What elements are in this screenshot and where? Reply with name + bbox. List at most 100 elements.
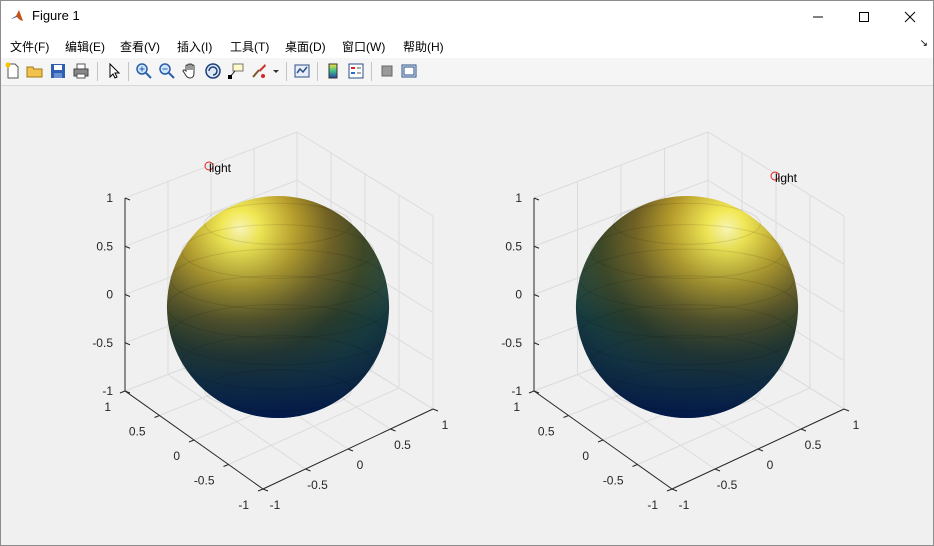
close-button[interactable] [887, 1, 933, 32]
y-tick-label: -0.5 [603, 474, 624, 488]
menu-file[interactable]: 文件(F) [10, 38, 49, 55]
brush-dropdown-icon[interactable] [271, 62, 281, 80]
x-tick-mark [390, 428, 396, 432]
z-tick-label: -1 [511, 384, 522, 398]
y-tick-mark [563, 415, 569, 418]
menu-view[interactable]: 查看(V) [120, 38, 160, 55]
z-tick-label: -0.5 [92, 336, 113, 350]
save-icon[interactable] [49, 62, 67, 80]
x-tick-mark [671, 488, 678, 492]
brush-icon[interactable] [250, 62, 268, 80]
x-tick-label: 1 [442, 418, 449, 432]
link-plot-icon[interactable] [293, 62, 311, 80]
y-tick-mark [632, 464, 638, 467]
pan-hand-icon[interactable] [181, 62, 199, 80]
maximize-icon [859, 11, 869, 22]
toolbar-separator [128, 62, 129, 81]
z-tick-mark [124, 197, 131, 201]
sphere-shading [576, 196, 798, 418]
menu-tools[interactable]: 工具(T) [230, 38, 269, 55]
rotate-3d-icon[interactable] [204, 62, 222, 80]
x-tick-mark [347, 448, 354, 452]
zoom-in-icon[interactable] [135, 62, 153, 80]
print-icon[interactable] [72, 62, 90, 80]
x-tick-mark [305, 468, 311, 472]
edit-plot-arrow-icon[interactable] [105, 62, 123, 80]
x-tick-mark [843, 408, 850, 412]
z-tick-mark [124, 342, 131, 346]
x-tick-mark [714, 468, 721, 472]
menu-bar: 文件(F) 编辑(E) 查看(V) 插入(I) 工具(T) 桌面(D) 窗口(W… [1, 32, 933, 58]
zoom-out-icon[interactable] [158, 62, 176, 80]
new-figure-icon[interactable] [4, 62, 22, 80]
dock-arrow-icon[interactable]: ↘ [920, 38, 928, 49]
y-tick-label: 0 [173, 449, 180, 463]
x-tick-label: 0.5 [805, 438, 822, 452]
y-tick-mark [257, 488, 264, 492]
x-tick-mark [757, 448, 764, 452]
z-tick-mark [533, 197, 540, 201]
y-tick-mark [597, 439, 604, 443]
z-tick-label: 1 [515, 191, 522, 205]
y-tick-mark [119, 390, 126, 394]
x-tick-label: -1 [270, 498, 281, 512]
colorbar-icon[interactable] [324, 62, 342, 80]
x-tick-label: 0.5 [394, 438, 411, 452]
z-tick-label: 1 [106, 191, 113, 205]
z-tick-mark [533, 294, 540, 297]
z-tick-label: 0 [106, 288, 113, 302]
figure-window: Figure 1 文件(F) 编辑(E) 查看(V) 插入(I) 工具(T) 桌… [0, 0, 934, 546]
hide-plot-tools-icon[interactable] [378, 62, 396, 80]
menu-edit[interactable]: 编辑(E) [65, 38, 105, 55]
toolbar-separator [371, 62, 372, 81]
menu-help[interactable]: 帮助(H) [403, 38, 444, 55]
y-tick-label: 0 [582, 449, 589, 463]
z-tick-label: -0.5 [501, 336, 522, 350]
window-title: Figure 1 [32, 8, 80, 23]
axes-1[interactable]: light 1 0.5 0 -0.5 -1 1 0.5 0 -0.5 -1 -1 -0.5 0 0.5 1 [92, 131, 449, 512]
y-tick-mark [666, 488, 673, 492]
menu-desktop[interactable]: 桌面(D) [285, 38, 326, 55]
minimize-icon [813, 16, 823, 17]
maximize-button[interactable] [841, 1, 887, 32]
minimize-button[interactable] [795, 1, 841, 32]
sphere-shading [167, 196, 389, 418]
z-tick-mark [124, 245, 131, 249]
y-tick-label: 0.5 [538, 425, 555, 439]
light-label: light [209, 161, 232, 175]
close-icon [904, 11, 916, 22]
y-tick-label: -1 [647, 498, 658, 512]
toolbar-separator [317, 62, 318, 81]
legend-icon[interactable] [347, 62, 365, 80]
y-tick-label: -1 [238, 498, 249, 512]
figure-canvas[interactable]: light 1 0.5 0 -0.5 -1 1 0.5 0 -0.5 -1 -1 -0.5 0 0.5 1 li… [1, 86, 933, 545]
data-cursor-icon[interactable] [227, 62, 245, 80]
z-tick-label: -1 [102, 384, 113, 398]
y-tick-label: 1 [104, 400, 111, 414]
z-tick-label: 0 [515, 288, 522, 302]
open-file-icon[interactable] [26, 62, 44, 80]
y-tick-label: -0.5 [194, 474, 215, 488]
y-tick-label: 0.5 [129, 425, 146, 439]
menu-window[interactable]: 窗口(W) [342, 38, 385, 55]
toolbar [1, 58, 933, 86]
x-tick-label: 1 [853, 418, 860, 432]
toolbar-separator [97, 62, 98, 81]
y-tick-mark [223, 464, 229, 467]
x-tick-mark [432, 408, 439, 412]
title-bar[interactable]: Figure 1 [1, 1, 933, 32]
x-tick-label: -1 [679, 498, 690, 512]
show-plot-tools-icon[interactable] [400, 62, 418, 80]
light-label: light [775, 171, 798, 185]
y-tick-label: 1 [513, 400, 520, 414]
y-tick-mark [528, 390, 535, 394]
matlab-logo-icon [10, 8, 26, 24]
x-tick-mark [800, 428, 807, 432]
x-tick-label: -0.5 [717, 478, 738, 492]
axes-2[interactable]: light 1 0.5 0 -0.5 -1 1 0.5 0 -0.5 -1 -1 -0.5 0 0.5 1 [501, 131, 860, 512]
z-tick-mark [533, 342, 540, 346]
x-tick-label: 0 [357, 458, 364, 472]
x-tick-label: 0 [767, 458, 774, 472]
menu-insert[interactable]: 插入(I) [177, 38, 212, 55]
z-tick-label: 0.5 [96, 239, 113, 253]
